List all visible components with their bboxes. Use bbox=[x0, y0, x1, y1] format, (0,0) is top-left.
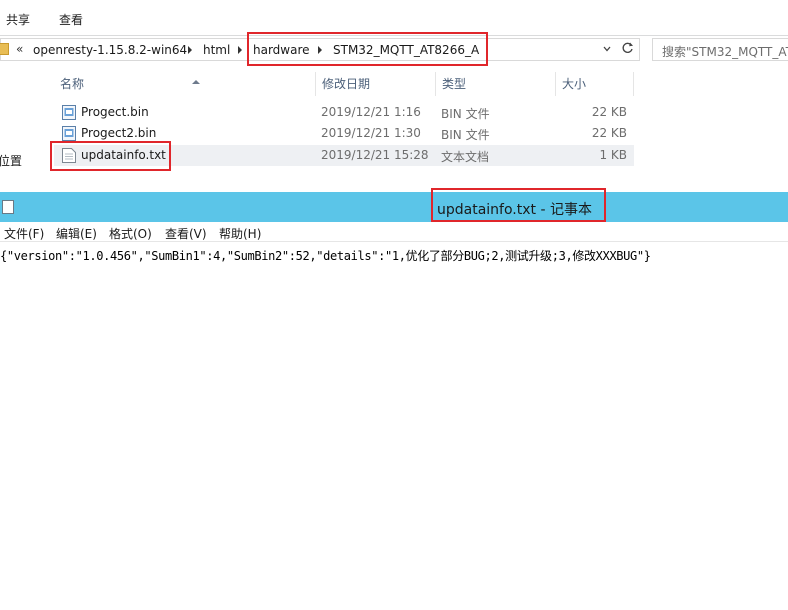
column-header-name[interactable]: 名称 bbox=[54, 72, 316, 96]
breadcrumb-separator-icon[interactable] bbox=[238, 46, 242, 54]
menu-view[interactable]: 查看(V) bbox=[165, 225, 207, 242]
file-row-progect-bin[interactable]: Progect.bin 2019/12/21 1:16 BIN 文件 22 KB bbox=[54, 102, 634, 123]
file-type: BIN 文件 bbox=[441, 128, 490, 142]
nav-pane-location-label[interactable]: 位置 bbox=[0, 152, 22, 169]
column-header-size[interactable]: 大小 bbox=[556, 72, 634, 96]
menu-edit[interactable]: 编辑(E) bbox=[56, 225, 97, 242]
folder-icon bbox=[0, 43, 9, 55]
highlight-box-file bbox=[50, 141, 171, 171]
breadcrumb-openresty[interactable]: openresty-1.15.8.2-win64 bbox=[33, 43, 187, 57]
file-size: 22 KB bbox=[591, 105, 627, 119]
breadcrumb-html[interactable]: html bbox=[203, 43, 230, 57]
file-explorer-window: 共享 查看 « openresty-1.15.8.2-win64 html ha… bbox=[0, 0, 788, 192]
file-type: 文本文档 bbox=[441, 150, 490, 164]
column-header-type[interactable]: 类型 bbox=[436, 72, 556, 96]
ribbon-tab-share[interactable]: 共享 bbox=[6, 11, 30, 28]
text-editor-area[interactable]: {"version":"1.0.456","SumBin1":4,"SumBin… bbox=[0, 242, 788, 610]
bin-file-icon bbox=[62, 105, 76, 120]
menu-format[interactable]: 格式(O) bbox=[109, 225, 152, 242]
highlight-box-path bbox=[247, 32, 488, 66]
document-content: {"version":"1.0.456","SumBin1":4,"SumBin… bbox=[0, 249, 651, 263]
ribbon-tabs: 共享 查看 bbox=[0, 0, 788, 36]
sort-ascending-icon bbox=[192, 80, 200, 84]
navigation-pane: 位置 bbox=[0, 62, 40, 192]
file-name: Progect.bin bbox=[81, 105, 149, 119]
file-modified: 2019/12/21 15:28 bbox=[321, 148, 429, 162]
file-modified: 2019/12/21 1:16 bbox=[321, 105, 421, 119]
notepad-icon bbox=[2, 200, 14, 214]
file-size: 22 KB bbox=[591, 126, 627, 140]
refresh-icon[interactable] bbox=[621, 41, 634, 55]
ribbon-tab-view[interactable]: 查看 bbox=[59, 11, 83, 28]
chevron-down-icon[interactable] bbox=[603, 45, 611, 53]
column-header-name-label: 名称 bbox=[60, 77, 85, 91]
notepad-window: updatainfo.txt - 记事本 文件(F) 编辑(E) 格式(O) 查… bbox=[0, 188, 788, 610]
file-size: 1 KB bbox=[599, 148, 627, 162]
column-header-modified[interactable]: 修改日期 bbox=[316, 72, 436, 96]
search-placeholder: 搜索"STM32_MQTT_AT8266_A" bbox=[662, 45, 788, 59]
menu-help[interactable]: 帮助(H) bbox=[219, 225, 261, 242]
column-header-type-label: 类型 bbox=[442, 77, 467, 91]
menu-bar: 文件(F) 编辑(E) 格式(O) 查看(V) 帮助(H) bbox=[0, 222, 788, 242]
breadcrumb-separator-icon[interactable] bbox=[188, 46, 192, 54]
file-name: Progect2.bin bbox=[81, 126, 157, 140]
file-list: 名称 修改日期 类型 大小 Progect.bin 2019/12/21 1:1… bbox=[42, 62, 642, 192]
column-header-size-label: 大小 bbox=[562, 77, 587, 91]
column-header-modified-label: 修改日期 bbox=[322, 77, 371, 91]
back-chevron[interactable]: « bbox=[16, 42, 23, 56]
search-input[interactable]: 搜索"STM32_MQTT_AT8266_A" bbox=[652, 38, 788, 61]
file-type: BIN 文件 bbox=[441, 107, 490, 121]
file-modified: 2019/12/21 1:30 bbox=[321, 126, 421, 140]
bin-file-icon bbox=[62, 126, 76, 141]
notepad-titlebar[interactable]: updatainfo.txt - 记事本 bbox=[0, 192, 788, 222]
menu-file[interactable]: 文件(F) bbox=[4, 225, 44, 242]
highlight-box-title bbox=[431, 188, 606, 222]
